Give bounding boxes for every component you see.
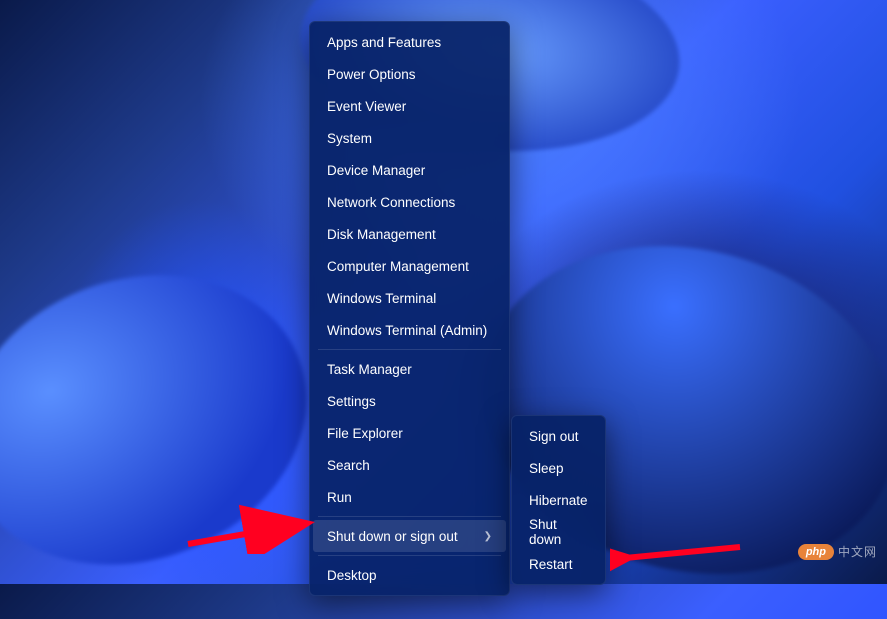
menu-item-network-connections[interactable]: Network Connections	[313, 186, 506, 218]
menu-item-label: Hibernate	[529, 493, 588, 508]
menu-item-label: Desktop	[327, 568, 377, 583]
chevron-right-icon: ❯	[484, 531, 492, 542]
watermark-text: 中文网	[838, 543, 877, 560]
watermark: php 中文网	[798, 543, 877, 560]
menu-item-label: Sign out	[529, 429, 579, 444]
submenu-item-sign-out[interactable]: Sign out	[515, 420, 602, 452]
menu-item-run[interactable]: Run	[313, 481, 506, 513]
menu-separator	[318, 516, 501, 517]
submenu-item-sleep[interactable]: Sleep	[515, 452, 602, 484]
menu-item-desktop[interactable]: Desktop	[313, 559, 506, 591]
winx-context-menu: Apps and Features Power Options Event Vi…	[309, 21, 510, 596]
menu-item-label: File Explorer	[327, 426, 403, 441]
menu-item-windows-terminal-admin[interactable]: Windows Terminal (Admin)	[313, 314, 506, 346]
menu-item-device-manager[interactable]: Device Manager	[313, 154, 506, 186]
menu-item-label: Run	[327, 490, 352, 505]
menu-item-label: Disk Management	[327, 227, 436, 242]
submenu-item-restart[interactable]: Restart	[515, 548, 602, 580]
menu-item-label: Device Manager	[327, 163, 425, 178]
menu-separator	[318, 555, 501, 556]
menu-item-file-explorer[interactable]: File Explorer	[313, 417, 506, 449]
watermark-badge: php	[798, 544, 834, 560]
power-submenu: Sign out Sleep Hibernate Shut down Resta…	[511, 415, 606, 585]
menu-item-label: Apps and Features	[327, 35, 441, 50]
menu-item-settings[interactable]: Settings	[313, 385, 506, 417]
menu-item-label: Task Manager	[327, 362, 412, 377]
menu-item-label: Shut down	[529, 517, 588, 547]
menu-item-label: Network Connections	[327, 195, 455, 210]
menu-item-computer-management[interactable]: Computer Management	[313, 250, 506, 282]
menu-item-power-options[interactable]: Power Options	[313, 58, 506, 90]
menu-item-search[interactable]: Search	[313, 449, 506, 481]
menu-item-apps-and-features[interactable]: Apps and Features	[313, 26, 506, 58]
menu-item-label: Restart	[529, 557, 573, 572]
menu-item-label: Power Options	[327, 67, 416, 82]
menu-item-disk-management[interactable]: Disk Management	[313, 218, 506, 250]
menu-item-system[interactable]: System	[313, 122, 506, 154]
submenu-item-shut-down[interactable]: Shut down	[515, 516, 602, 548]
menu-item-task-manager[interactable]: Task Manager	[313, 353, 506, 385]
menu-item-windows-terminal[interactable]: Windows Terminal	[313, 282, 506, 314]
menu-item-label: Shut down or sign out	[327, 529, 458, 544]
menu-item-label: Windows Terminal (Admin)	[327, 323, 487, 338]
menu-item-shut-down-or-sign-out[interactable]: Shut down or sign out ❯	[313, 520, 506, 552]
menu-item-label: Computer Management	[327, 259, 469, 274]
menu-separator	[318, 349, 501, 350]
menu-item-label: Windows Terminal	[327, 291, 436, 306]
menu-item-event-viewer[interactable]: Event Viewer	[313, 90, 506, 122]
menu-item-label: Search	[327, 458, 370, 473]
menu-item-label: System	[327, 131, 372, 146]
menu-item-label: Settings	[327, 394, 376, 409]
menu-item-label: Sleep	[529, 461, 564, 476]
submenu-item-hibernate[interactable]: Hibernate	[515, 484, 602, 516]
menu-item-label: Event Viewer	[327, 99, 406, 114]
